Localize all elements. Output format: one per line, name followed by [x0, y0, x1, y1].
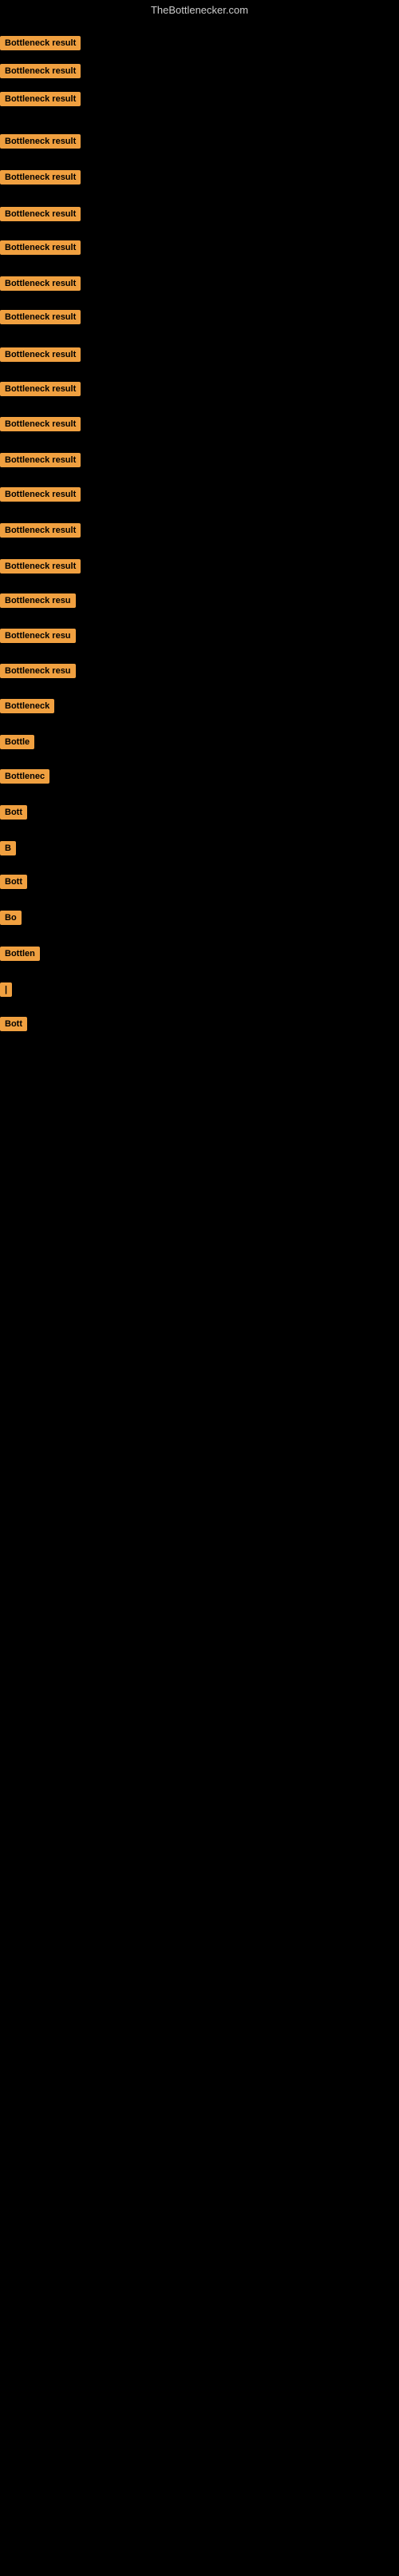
badge-text-2: Bottleneck result [0, 64, 81, 78]
badge-text-11: Bottleneck result [0, 382, 81, 396]
badge-text-28: | [0, 982, 12, 997]
badge-text-22: Bottlenec [0, 769, 49, 784]
badge-text-15: Bottleneck result [0, 523, 81, 538]
badge-text-9: Bottleneck result [0, 310, 81, 324]
bottleneck-badge-28: | [0, 982, 12, 1001]
badge-text-1: Bottleneck result [0, 36, 81, 50]
bottleneck-badge-25: Bott [0, 875, 27, 893]
badge-text-26: Bo [0, 911, 22, 925]
badge-text-4: Bottleneck result [0, 134, 81, 149]
bottleneck-badge-20: Bottleneck [0, 699, 54, 717]
badge-text-3: Bottleneck result [0, 92, 81, 106]
bottleneck-badge-23: Bott [0, 805, 27, 824]
bottleneck-badge-7: Bottleneck result [0, 240, 81, 259]
badge-text-20: Bottleneck [0, 699, 54, 713]
badge-text-16: Bottleneck result [0, 559, 81, 574]
bottleneck-badge-29: Bott [0, 1017, 27, 1035]
badge-text-5: Bottleneck result [0, 170, 81, 185]
badge-text-25: Bott [0, 875, 27, 889]
badge-text-7: Bottleneck result [0, 240, 81, 255]
badge-text-6: Bottleneck result [0, 207, 81, 221]
bottleneck-badge-4: Bottleneck result [0, 134, 81, 153]
bottleneck-badge-17: Bottleneck resu [0, 593, 76, 612]
site-title: TheBottlenecker.com [0, 0, 399, 20]
badge-text-29: Bott [0, 1017, 27, 1031]
badge-text-21: Bottle [0, 735, 34, 749]
badge-text-13: Bottleneck result [0, 453, 81, 467]
badge-text-14: Bottleneck result [0, 487, 81, 502]
bottleneck-badge-5: Bottleneck result [0, 170, 81, 189]
badge-text-17: Bottleneck resu [0, 593, 76, 608]
badge-text-12: Bottleneck result [0, 417, 81, 431]
bottleneck-badge-12: Bottleneck result [0, 417, 81, 435]
bottleneck-badge-8: Bottleneck result [0, 276, 81, 295]
bottleneck-badge-27: Bottlen [0, 947, 40, 965]
badge-text-24: B [0, 841, 16, 855]
bottleneck-badge-19: Bottleneck resu [0, 664, 76, 682]
badge-text-27: Bottlen [0, 947, 40, 961]
bottleneck-badge-21: Bottle [0, 735, 34, 753]
bottleneck-badge-15: Bottleneck result [0, 523, 81, 542]
badge-text-10: Bottleneck result [0, 347, 81, 362]
badge-text-18: Bottleneck resu [0, 629, 76, 643]
badge-text-8: Bottleneck result [0, 276, 81, 291]
bottleneck-badge-9: Bottleneck result [0, 310, 81, 328]
bottleneck-badge-13: Bottleneck result [0, 453, 81, 471]
bottleneck-badge-18: Bottleneck resu [0, 629, 76, 647]
bottleneck-badge-3: Bottleneck result [0, 92, 81, 110]
bottleneck-badge-22: Bottlenec [0, 769, 49, 788]
bottleneck-badge-11: Bottleneck result [0, 382, 81, 400]
badge-text-19: Bottleneck resu [0, 664, 76, 678]
bottleneck-badge-14: Bottleneck result [0, 487, 81, 506]
bottleneck-badge-16: Bottleneck result [0, 559, 81, 578]
bottleneck-badge-10: Bottleneck result [0, 347, 81, 366]
bottleneck-badge-24: B [0, 841, 16, 859]
bottleneck-badge-1: Bottleneck result [0, 36, 81, 54]
bottleneck-badge-26: Bo [0, 911, 22, 929]
bottleneck-badge-2: Bottleneck result [0, 64, 81, 82]
bottleneck-badge-6: Bottleneck result [0, 207, 81, 225]
badge-text-23: Bott [0, 805, 27, 820]
